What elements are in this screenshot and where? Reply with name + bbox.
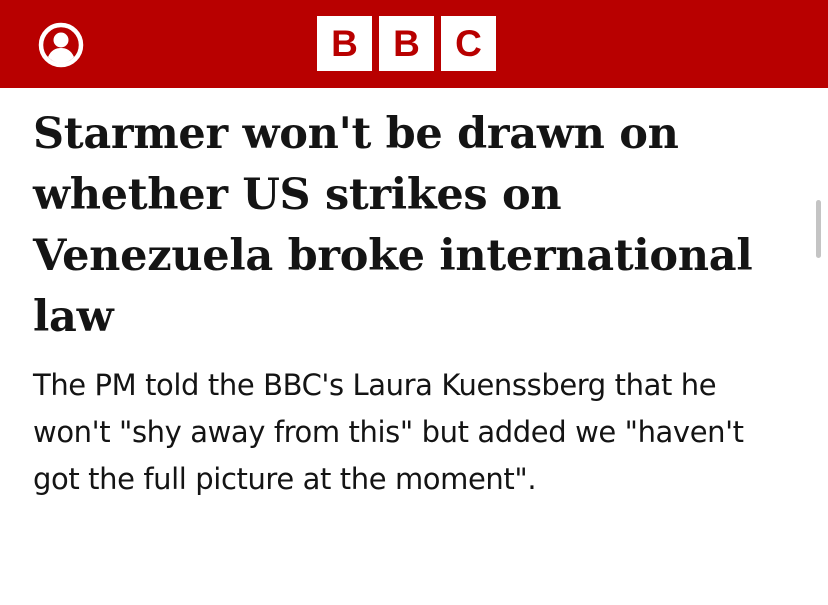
account-button[interactable] <box>37 21 85 69</box>
article: Starmer won't be drawn on whether US str… <box>33 104 798 503</box>
logo-letter-b1: B <box>317 16 372 71</box>
bbc-logo[interactable]: B B C <box>317 16 496 71</box>
article-headline[interactable]: Starmer won't be drawn on whether US str… <box>33 104 798 348</box>
logo-letter-c: C <box>441 16 496 71</box>
top-bar: B B C <box>0 0 828 88</box>
account-icon <box>38 22 84 68</box>
scrollbar[interactable] <box>816 200 821 258</box>
article-summary: The PM told the BBC's Laura Kuenssberg t… <box>33 368 744 496</box>
logo-letter-b2: B <box>379 16 434 71</box>
